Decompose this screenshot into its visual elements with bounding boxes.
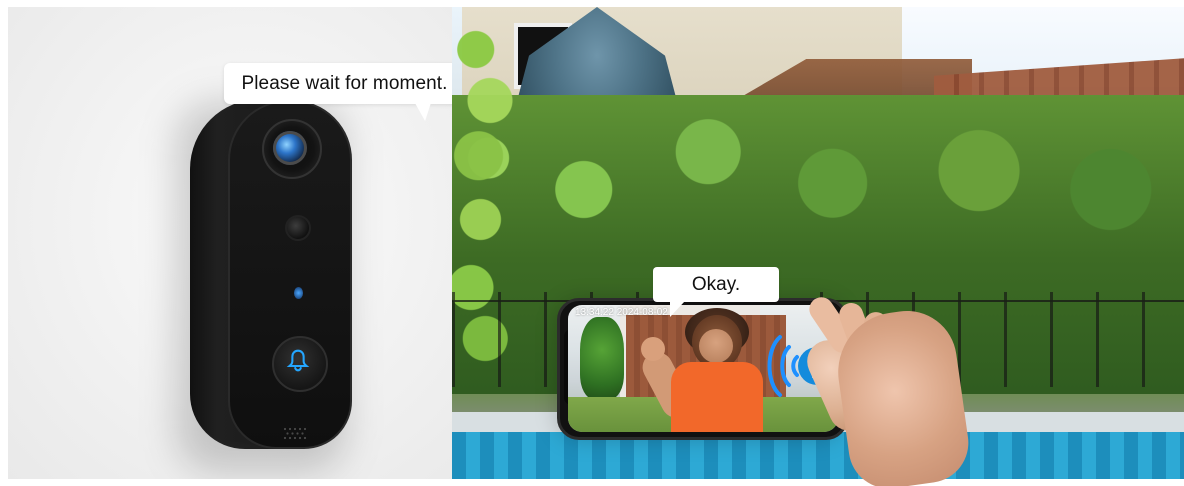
doorbell-product-panel: Please wait for moment.: [8, 7, 452, 479]
visitor-message-bubble: Please wait for moment.: [224, 63, 452, 104]
motion-sensor-icon: [285, 215, 311, 241]
reply-message-tail: [670, 301, 685, 317]
status-light-icon: [294, 287, 303, 299]
visitor-hand: [641, 337, 665, 361]
video-timestamp: 13:34:22 2024-08-02: [575, 307, 668, 318]
bell-icon: [286, 349, 310, 372]
visitor-face: [699, 329, 733, 363]
sound-wave-icon: [767, 335, 799, 397]
doorbell-scene: Please wait for moment. 13:34:22 2024-08…: [0, 0, 1184, 486]
screen-plant: [580, 317, 624, 399]
visitor-orange-shirt: [671, 362, 763, 432]
reply-message-bubble: Okay.: [653, 267, 779, 302]
speaker-grill-icon: [283, 427, 307, 440]
visitor-message-tail: [409, 103, 431, 121]
camera-lens-icon: [273, 131, 307, 165]
